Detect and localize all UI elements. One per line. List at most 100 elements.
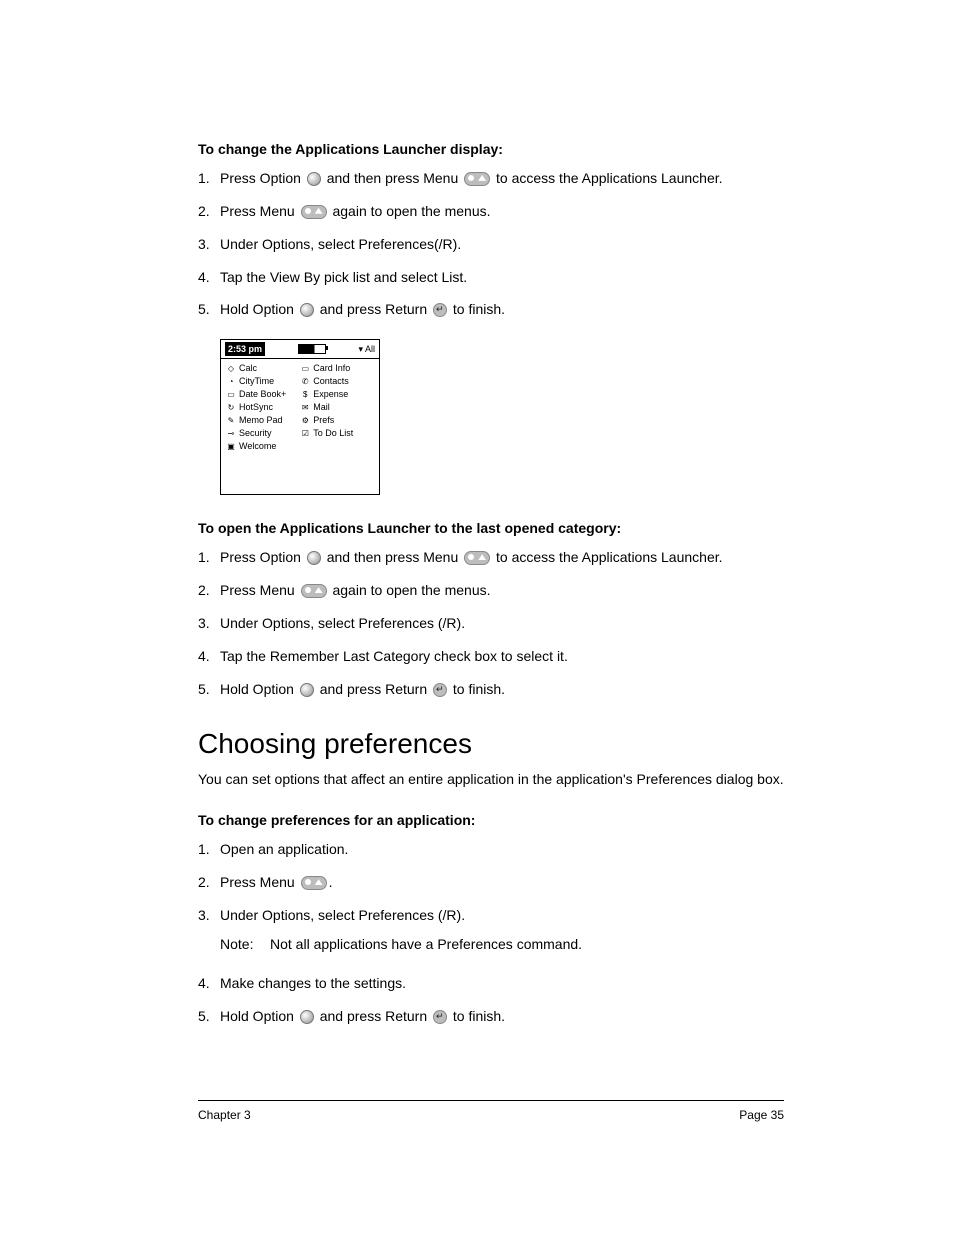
section-title: To change the Applications Launcher disp… xyxy=(198,140,784,159)
app-icon: ▭ xyxy=(300,365,310,373)
step-number: 1. xyxy=(198,840,220,859)
step-item: 2. Press Menu again to open the menus. xyxy=(198,581,784,600)
launcher-grid: ◇Calc ◔CityTime ▭Date Book+ ↻HotSync ✎Me… xyxy=(221,359,379,456)
step-number: 4. xyxy=(198,268,220,287)
app-label: Welcome xyxy=(239,441,276,452)
app-item: ◇Calc xyxy=(226,363,286,374)
step-item: 4. Make changes to the settings. xyxy=(198,974,784,993)
step-item: 2. Press Menu . xyxy=(198,873,784,892)
menu-key-icon xyxy=(464,172,490,186)
app-item: ▣Welcome xyxy=(226,441,286,452)
app-icon: ✆ xyxy=(300,378,310,386)
text: . xyxy=(329,874,333,890)
text: and then press Menu xyxy=(323,549,462,565)
step-number: 1. xyxy=(198,548,220,567)
app-label: Card Info xyxy=(313,363,350,374)
status-bar: 2:53 pm ▾ All xyxy=(221,340,379,359)
step-body: Open an application. xyxy=(220,840,784,859)
text: and press Return xyxy=(316,1008,431,1024)
app-item: ⚙Prefs xyxy=(300,415,353,426)
note: Note: Not all applications have a Prefer… xyxy=(220,935,784,954)
step-body: Under Options, select Preferences(/R). xyxy=(220,235,784,254)
step-item: 5. Hold Option and press Return to finis… xyxy=(198,680,784,699)
page-heading: Choosing preferences xyxy=(198,725,784,763)
step-number: 3. xyxy=(198,906,220,925)
app-icon: ↻ xyxy=(226,404,236,412)
step-item: 5. Hold Option and press Return to finis… xyxy=(198,1007,784,1026)
step-body: Under Options, select Preferences (/R). xyxy=(220,614,784,633)
text: and press Return xyxy=(316,681,431,697)
app-icon: ▭ xyxy=(226,391,236,399)
app-icon: ✉ xyxy=(300,404,310,412)
app-label: Date Book+ xyxy=(239,389,286,400)
text: and press Return xyxy=(316,301,431,317)
option-key-icon xyxy=(300,1010,314,1024)
step-item: 2. Press Menu again to open the menus. xyxy=(198,202,784,221)
step-number: 2. xyxy=(198,202,220,221)
note-text: Not all applications have a Preferences … xyxy=(270,935,582,954)
step-number: 5. xyxy=(198,680,220,699)
app-label: CityTime xyxy=(239,376,274,387)
text: Hold Option xyxy=(220,681,298,697)
text: and then press Menu xyxy=(323,170,462,186)
app-label: Calc xyxy=(239,363,257,374)
menu-key-icon xyxy=(301,876,327,890)
step-number: 4. xyxy=(198,647,220,666)
text: again to open the menus. xyxy=(329,203,491,219)
section-title: To open the Applications Launcher to the… xyxy=(198,519,784,538)
app-label: HotSync xyxy=(239,402,273,413)
device-screenshot: 2:53 pm ▾ All ◇Calc ◔CityTime ▭Date Book… xyxy=(220,339,380,495)
app-label: Expense xyxy=(313,389,348,400)
step-body: Hold Option and press Return to finish. xyxy=(220,300,784,319)
text: Press Menu xyxy=(220,874,299,890)
launcher-column: ◇Calc ◔CityTime ▭Date Book+ ↻HotSync ✎Me… xyxy=(226,363,286,452)
text: Press Option xyxy=(220,549,305,565)
text: to access the Applications Launcher. xyxy=(492,170,722,186)
option-key-icon xyxy=(300,683,314,697)
app-item: ✆Contacts xyxy=(300,376,353,387)
step-body: Under Options, select Preferences (/R). … xyxy=(220,906,784,960)
option-key-icon xyxy=(300,303,314,317)
step-item: 4. Tap the View By pick list and select … xyxy=(198,268,784,287)
steps-list: 1. Press Option and then press Menu to a… xyxy=(198,548,784,698)
step-body: Hold Option and press Return to finish. xyxy=(220,1007,784,1026)
option-key-icon xyxy=(307,172,321,186)
clock: 2:53 pm xyxy=(225,342,265,356)
step-body: Tap the Remember Last Category check box… xyxy=(220,647,784,666)
app-item: ▭Date Book+ xyxy=(226,389,286,400)
step-item: 3. Under Options, select Preferences (/R… xyxy=(198,614,784,633)
app-label: Prefs xyxy=(313,415,334,426)
app-label: Contacts xyxy=(313,376,349,387)
app-item: ▭Card Info xyxy=(300,363,353,374)
text: Hold Option xyxy=(220,301,298,317)
text: Press Menu xyxy=(220,203,299,219)
step-body: Press Option and then press Menu to acce… xyxy=(220,169,784,188)
steps-list: 1. Press Option and then press Menu to a… xyxy=(198,169,784,319)
app-label: Security xyxy=(239,428,272,439)
app-item: ✎Memo Pad xyxy=(226,415,286,426)
section-title: To change preferences for an application… xyxy=(198,811,784,830)
text: Press Menu xyxy=(220,582,299,598)
step-item: 1. Press Option and then press Menu to a… xyxy=(198,169,784,188)
text: to finish. xyxy=(449,681,505,697)
app-item: ✉Mail xyxy=(300,402,353,413)
step-body: Make changes to the settings. xyxy=(220,974,784,993)
step-number: 3. xyxy=(198,614,220,633)
text: to access the Applications Launcher. xyxy=(492,549,722,565)
text: Under Options, select Preferences (/R). xyxy=(220,907,465,923)
step-number: 2. xyxy=(198,873,220,892)
step-body: Press Menu again to open the menus. xyxy=(220,581,784,600)
app-item: ⊸Security xyxy=(226,428,286,439)
battery-icon xyxy=(298,344,326,354)
menu-key-icon xyxy=(464,551,490,565)
app-item: ☑To Do List xyxy=(300,428,353,439)
launcher-column: ▭Card Info ✆Contacts $Expense ✉Mail ⚙Pre… xyxy=(300,363,353,452)
app-item: ◔CityTime xyxy=(226,376,286,387)
text: again to open the menus. xyxy=(329,582,491,598)
step-body: Press Menu again to open the menus. xyxy=(220,202,784,221)
step-item: 1. Open an application. xyxy=(198,840,784,859)
step-item: 4. Tap the Remember Last Category check … xyxy=(198,647,784,666)
app-icon: ☑ xyxy=(300,430,310,438)
steps-list: 1. Open an application. 2. Press Menu . … xyxy=(198,840,784,1025)
step-number: 5. xyxy=(198,1007,220,1026)
